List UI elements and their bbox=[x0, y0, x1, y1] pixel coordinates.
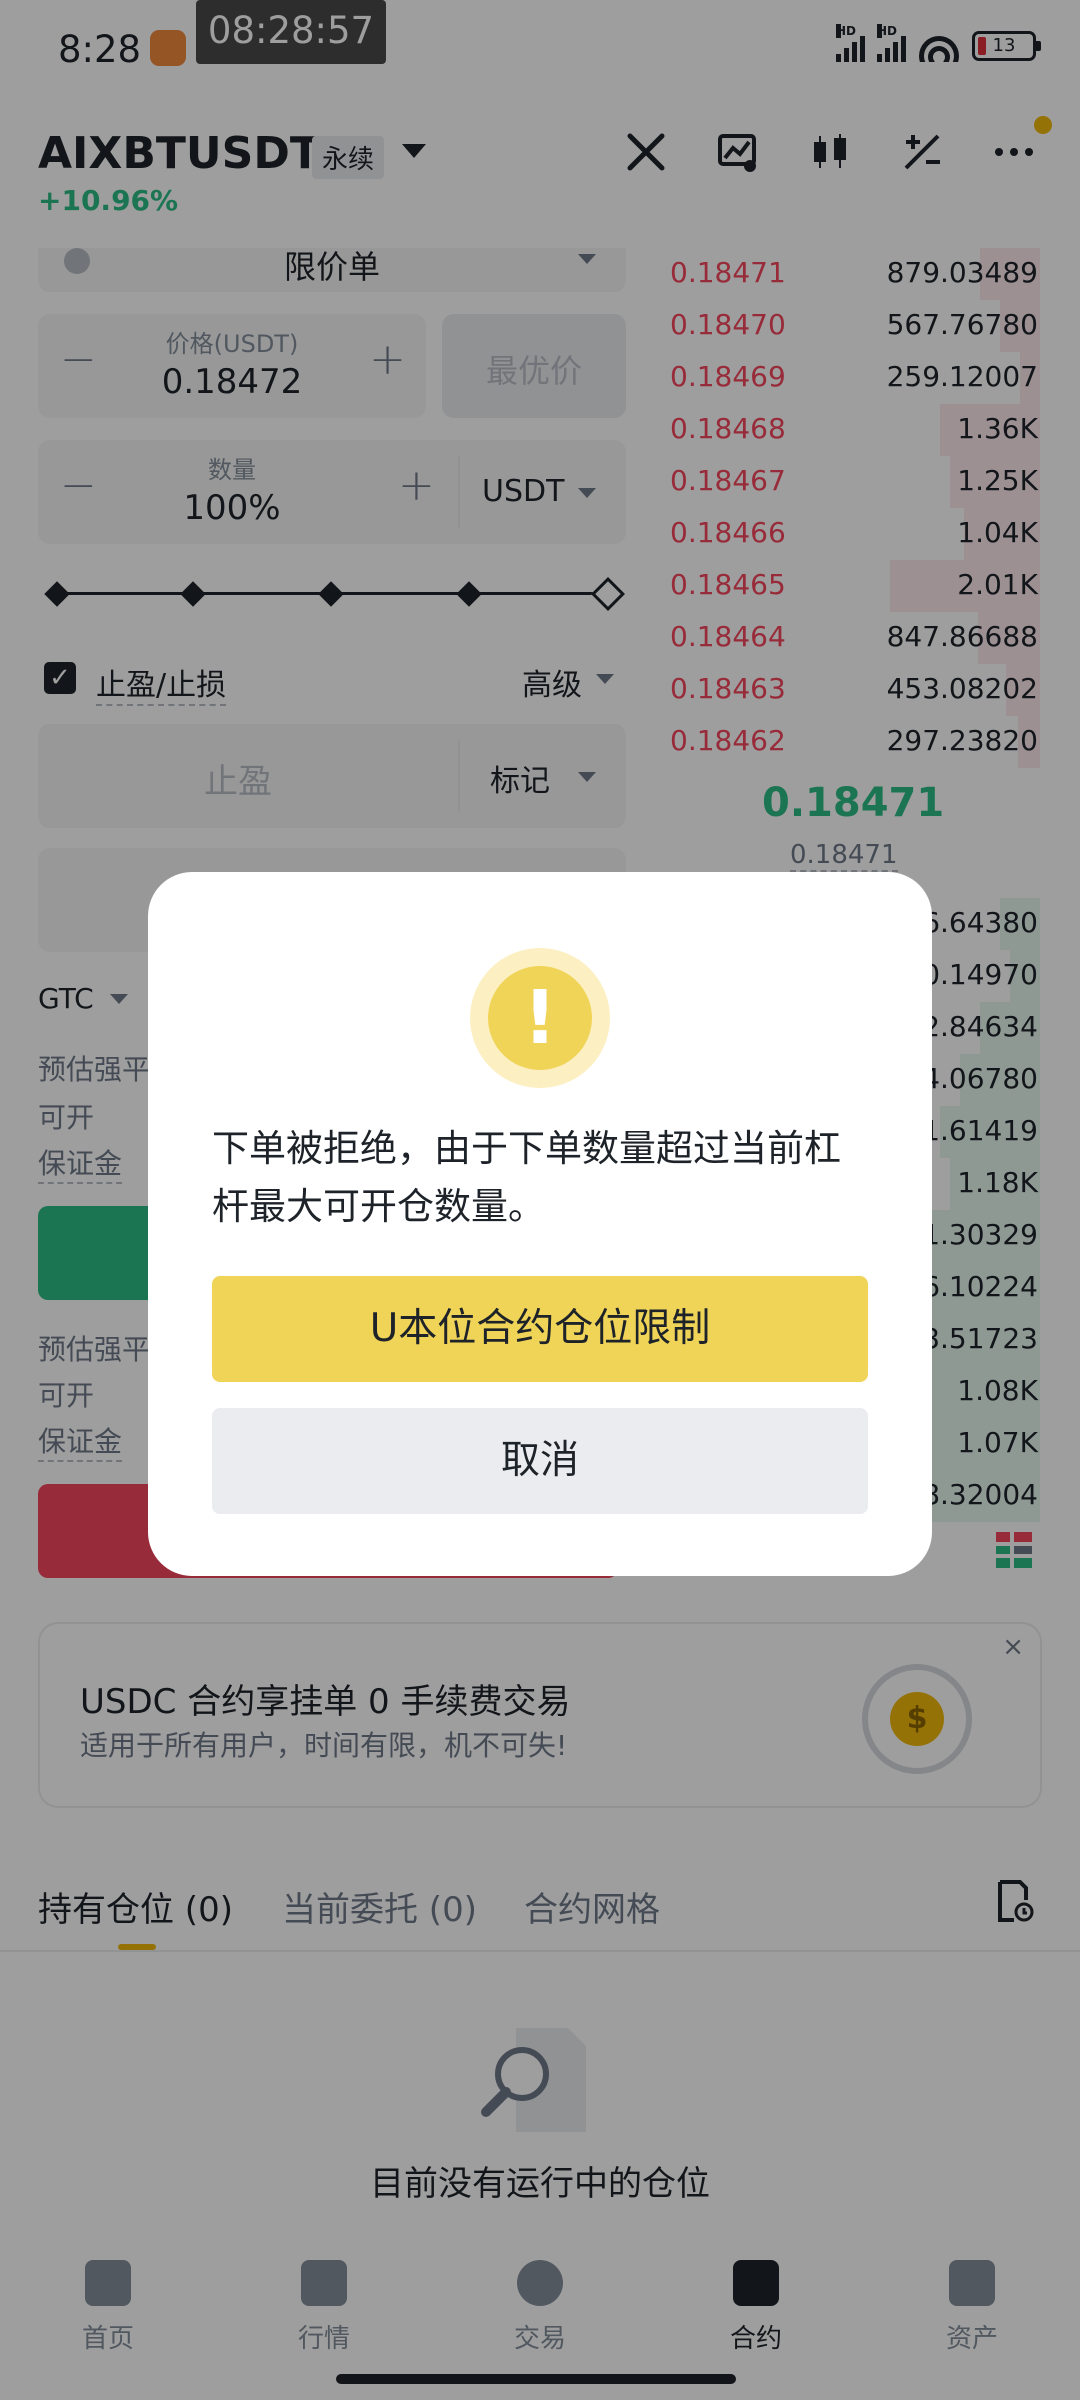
position-limit-button[interactable]: U本位合约仓位限制 bbox=[212, 1276, 868, 1382]
warning-icon: ! bbox=[470, 948, 610, 1088]
order-rejected-dialog: ! 下单被拒绝，由于下单数量超过当前杠杆最大可开仓数量。 U本位合约仓位限制 取… bbox=[148, 872, 932, 1576]
dialog-message: 下单被拒绝，由于下单数量超过当前杠杆最大可开仓数量。 bbox=[212, 1127, 841, 1228]
cancel-button[interactable]: 取消 bbox=[212, 1408, 868, 1514]
warning-glyph: ! bbox=[488, 966, 592, 1070]
